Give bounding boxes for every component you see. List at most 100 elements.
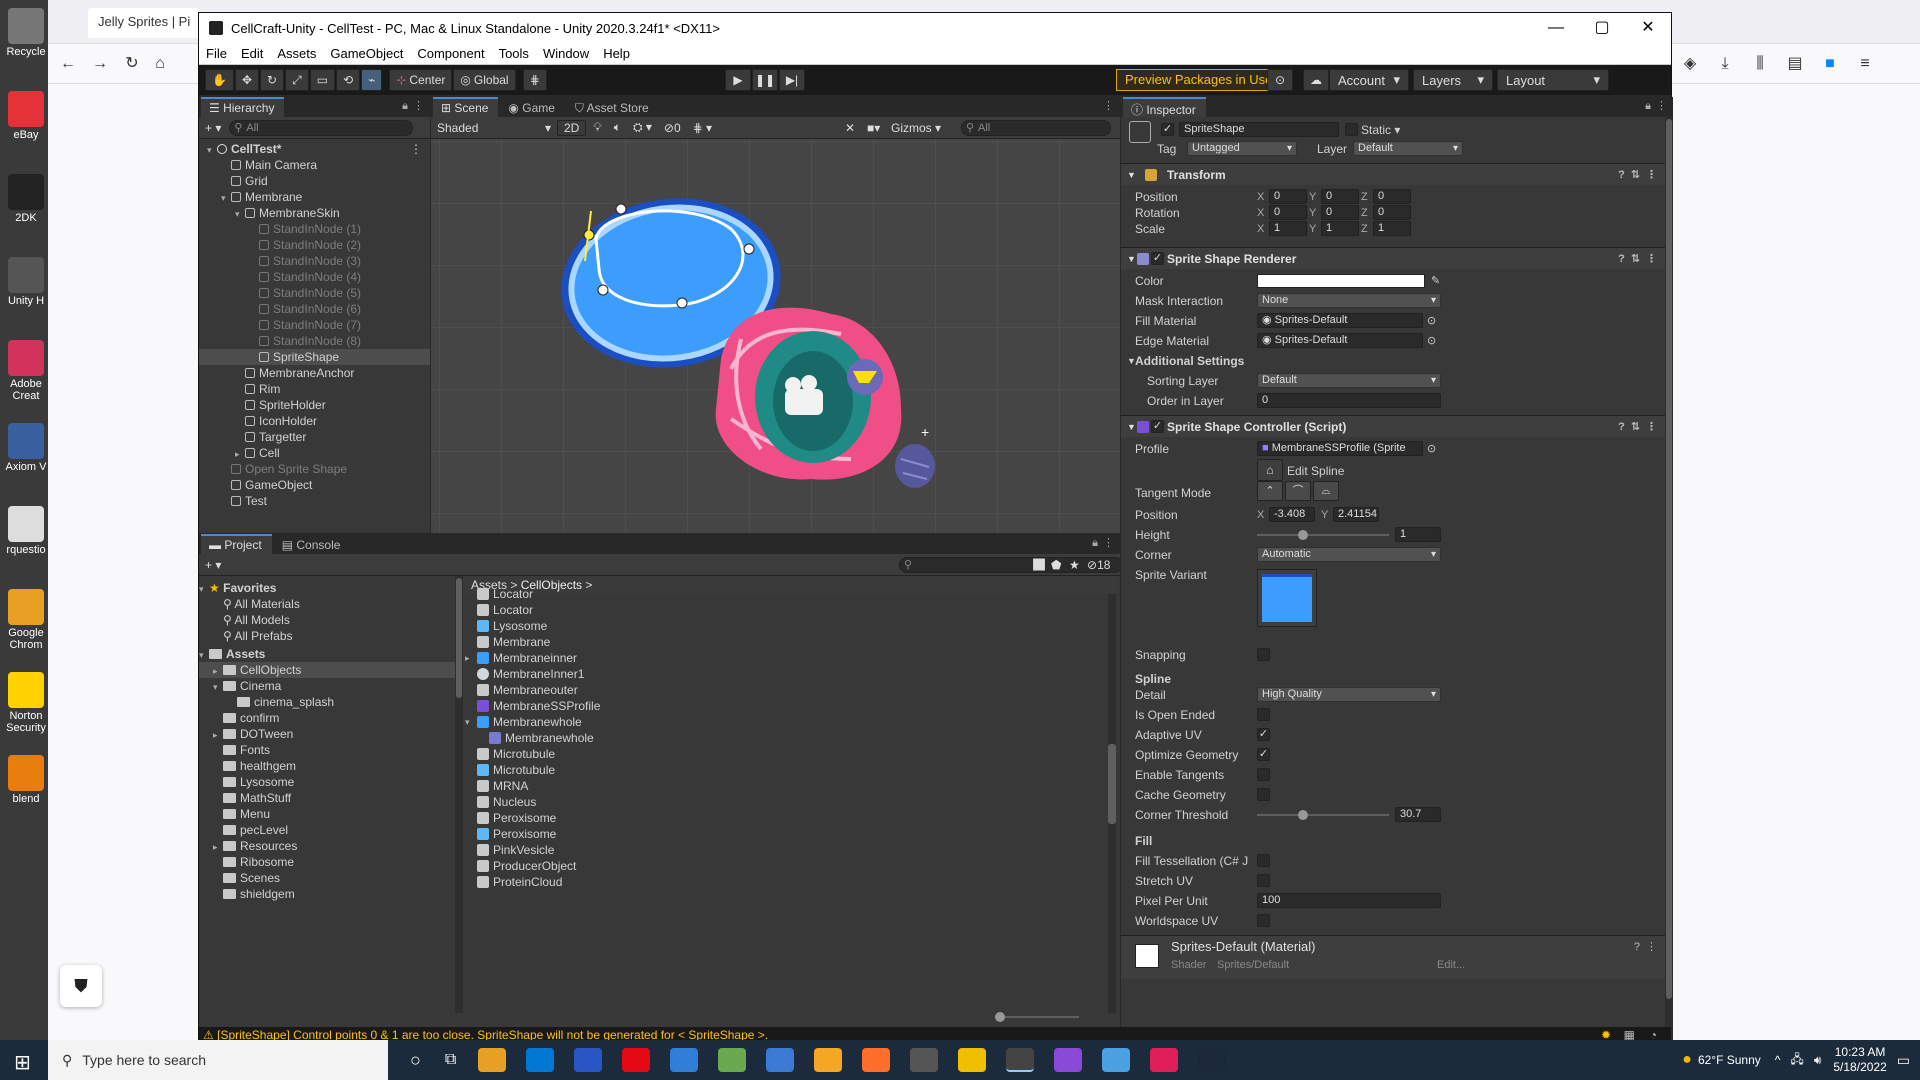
desktop-icon[interactable]: Unity H bbox=[4, 257, 48, 307]
hierarchy-item[interactable]: StandInNode (6) bbox=[199, 301, 430, 317]
tab-game[interactable]: ◉ Game bbox=[500, 97, 565, 117]
tab-console[interactable]: ▤ Console bbox=[273, 534, 351, 554]
stretch-uv-checkbox[interactable] bbox=[1257, 874, 1270, 887]
desktop-icon[interactable]: Google Chrom bbox=[4, 589, 48, 651]
asset-item[interactable]: Locator bbox=[465, 586, 1105, 602]
spline-position-x-field[interactable]: -3.408 bbox=[1269, 507, 1315, 522]
folder-item[interactable]: cinema_splash bbox=[199, 694, 455, 710]
asset-item[interactable]: Peroxisome bbox=[465, 826, 1105, 842]
visual-studio-icon[interactable] bbox=[1054, 1048, 1083, 1072]
tangent-broken-icon[interactable]: ⌓ bbox=[1313, 481, 1339, 501]
forward-icon[interactable]: → bbox=[88, 52, 112, 76]
hierarchy-tab[interactable]: ☰ Hierarchy bbox=[201, 97, 285, 117]
adaptive-uv-checkbox[interactable]: ✓ bbox=[1257, 728, 1270, 741]
shader-edit-button[interactable]: Edit... bbox=[1437, 954, 1465, 976]
folder-item[interactable]: Menu bbox=[199, 806, 455, 822]
hierarchy-item[interactable]: Open Sprite Shape bbox=[199, 461, 430, 477]
transform-y-field[interactable]: 1 bbox=[1321, 221, 1359, 236]
is-open-ended-checkbox[interactable] bbox=[1257, 708, 1270, 721]
hierarchy-item[interactable]: ▾ MembraneSkin bbox=[199, 205, 430, 221]
create-icon[interactable]: + ▾ bbox=[205, 558, 221, 572]
menu-edit[interactable]: Edit bbox=[234, 46, 270, 61]
cortana-icon[interactable]: ○ bbox=[410, 1050, 421, 1071]
asset-item[interactable]: Nucleus bbox=[465, 794, 1105, 810]
sidebar-icon[interactable]: ▤ bbox=[1783, 52, 1807, 76]
gizmos-dropdown[interactable]: Gizmos ▾ bbox=[891, 121, 941, 135]
pixel-per-unit-field[interactable]: 100 bbox=[1257, 893, 1441, 908]
desktop-icon[interactable]: blend bbox=[4, 755, 48, 805]
tangent-linear-icon[interactable]: ⌃ bbox=[1257, 481, 1283, 501]
back-icon[interactable]: ← bbox=[56, 52, 80, 76]
vesicle-sprite[interactable] bbox=[895, 444, 935, 488]
tag-dropdown[interactable]: Untagged bbox=[1187, 141, 1297, 156]
file-explorer-icon[interactable] bbox=[958, 1048, 987, 1072]
lock-icon[interactable]: 🔒︎ bbox=[402, 100, 408, 113]
lighting-icon[interactable]: 💡︎ bbox=[593, 120, 601, 135]
menu-assets[interactable]: Assets bbox=[270, 46, 323, 61]
eyedropper-icon[interactable]: ✎ bbox=[1431, 273, 1440, 289]
object-picker-icon[interactable]: ⊙ bbox=[1427, 313, 1436, 329]
asset-item[interactable]: ProducerObject bbox=[465, 858, 1105, 874]
spline-point[interactable] bbox=[597, 284, 609, 296]
desktop-icon[interactable]: 2DK bbox=[4, 174, 48, 224]
asset-item[interactable]: Lysosome bbox=[465, 618, 1105, 634]
asset-item[interactable]: MembraneSSProfile bbox=[465, 698, 1105, 714]
transform-x-field[interactable]: 0 bbox=[1269, 205, 1307, 220]
asset-item[interactable]: Peroxisome bbox=[465, 810, 1105, 826]
height-slider-track[interactable] bbox=[1257, 534, 1389, 536]
task-view-icon[interactable]: ⧉ bbox=[445, 1051, 456, 1069]
publisher-icon[interactable] bbox=[574, 1048, 603, 1072]
transform-x-field[interactable]: 1 bbox=[1269, 221, 1307, 236]
height-field[interactable]: 1 bbox=[1395, 527, 1441, 542]
asset-item[interactable]: MembraneInner1 bbox=[465, 666, 1105, 682]
notepad-icon[interactable] bbox=[718, 1048, 747, 1072]
notifications-icon[interactable]: ▭ bbox=[1897, 1052, 1910, 1069]
scene-search-input[interactable]: All bbox=[961, 119, 1111, 136]
asset-item[interactable]: Microtubule bbox=[465, 746, 1105, 762]
edge-material-field[interactable]: ◉ Sprites-Default bbox=[1257, 333, 1423, 348]
lock-icon[interactable]: 🔒︎ bbox=[1092, 537, 1098, 550]
asset-item[interactable]: MRNA bbox=[465, 778, 1105, 794]
effects-icon[interactable]: ⛭ ▾ bbox=[633, 120, 652, 135]
folder-item[interactable]: Ribosome bbox=[199, 854, 455, 870]
folder-item[interactable]: ▸ Resources bbox=[199, 838, 455, 854]
mode-2d-button[interactable]: 2D bbox=[557, 119, 587, 136]
asset-item[interactable]: Membrane bbox=[465, 634, 1105, 650]
additional-settings-foldout[interactable]: ▼ Additional Settings bbox=[1121, 353, 1673, 369]
desktop-icon[interactable]: Recycle bbox=[4, 8, 48, 58]
foldout-arrow-icon[interactable]: ▸ bbox=[465, 650, 475, 666]
folder-item[interactable]: ▸ DOTween bbox=[199, 726, 455, 742]
scene-menu-icon[interactable]: ⋮ bbox=[410, 141, 422, 157]
folder-item[interactable]: MathStuff bbox=[199, 790, 455, 806]
corner-threshold-slider-handle[interactable] bbox=[1298, 810, 1309, 820]
worldspace-uv-checkbox[interactable] bbox=[1257, 914, 1270, 927]
sprite-variant-thumbnail[interactable] bbox=[1257, 569, 1317, 627]
steam-icon[interactable] bbox=[1198, 1048, 1227, 1072]
lock-icon[interactable]: 🔒︎ bbox=[1645, 100, 1651, 113]
step-button[interactable]: ▶| bbox=[779, 69, 805, 91]
spline-point[interactable] bbox=[615, 203, 627, 215]
controller-enabled-checkbox[interactable]: ✓ bbox=[1151, 420, 1164, 433]
file-list-scrollbar[interactable] bbox=[1108, 594, 1116, 1013]
asset-item[interactable]: ProteinCloud bbox=[465, 874, 1105, 890]
folder-item[interactable]: Scenes bbox=[199, 870, 455, 886]
hierarchy-item[interactable]: SpriteShape bbox=[199, 349, 430, 365]
hierarchy-item[interactable]: StandInNode (4) bbox=[199, 269, 430, 285]
desktop-icon[interactable]: eBay bbox=[4, 91, 48, 141]
firefox-icon[interactable] bbox=[862, 1048, 891, 1072]
favorites-foldout[interactable]: ▾ ★ Favorites bbox=[199, 580, 455, 596]
move-tool-icon[interactable]: ✥ bbox=[234, 69, 260, 91]
favorite-icon[interactable]: ★ bbox=[1069, 558, 1080, 572]
transform-z-field[interactable]: 0 bbox=[1373, 205, 1411, 220]
slack-icon[interactable] bbox=[1150, 1048, 1179, 1072]
browser-app-icon[interactable] bbox=[766, 1048, 795, 1072]
edit-spline-button[interactable]: Edit Spline bbox=[1287, 463, 1387, 479]
shading-mode-dropdown[interactable]: Shaded ▾ bbox=[437, 121, 553, 135]
menu-file[interactable]: File bbox=[199, 46, 234, 61]
inspector-tab[interactable]: ⓘ Inspector bbox=[1123, 97, 1206, 117]
sketch-icon[interactable] bbox=[814, 1048, 843, 1072]
rect-tool-icon[interactable]: ▭ bbox=[309, 69, 336, 91]
component-menu-icons[interactable]: ?⇅⋮ bbox=[1618, 248, 1663, 270]
height-slider-handle[interactable] bbox=[1298, 530, 1309, 540]
optimize-geometry-checkbox[interactable]: ✓ bbox=[1257, 748, 1270, 761]
